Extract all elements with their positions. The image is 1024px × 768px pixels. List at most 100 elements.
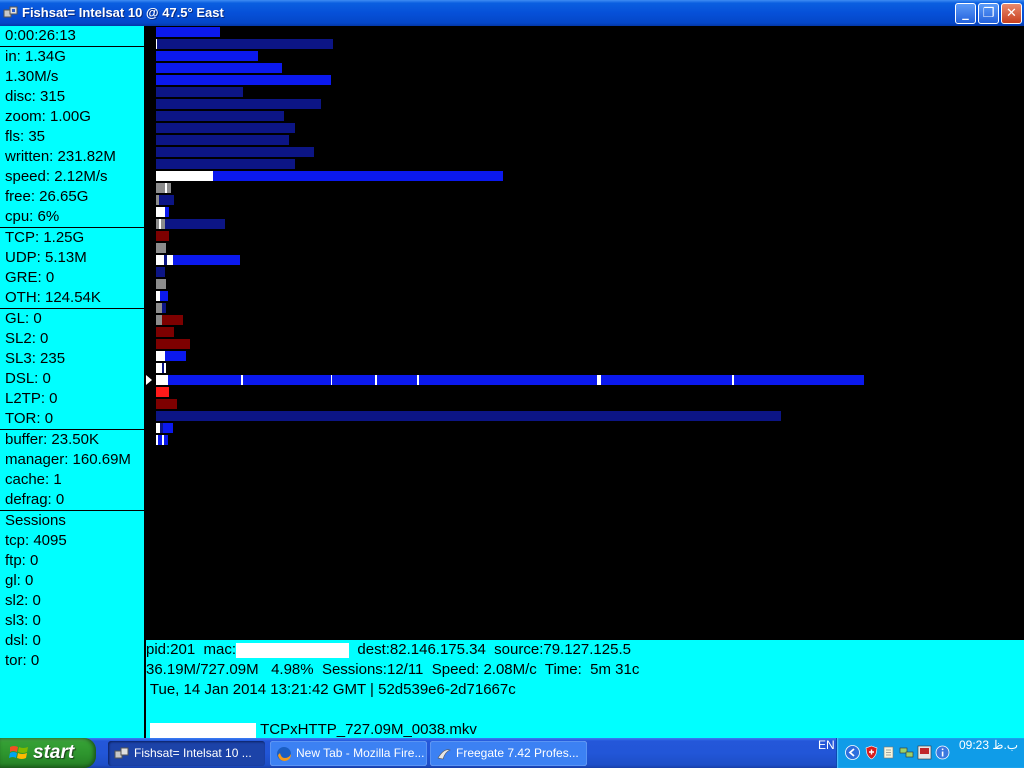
stream-bar-segment[interactable]	[156, 111, 284, 121]
info-line-4: TCPxHTTP_727.09M_0038.mkv	[146, 720, 477, 740]
stat-oth: OTH: 124.54K	[5, 289, 101, 306]
stream-bar-segment[interactable]	[156, 63, 282, 73]
info-line-1: pid:201 mac: dest:82.146.175.34 source:7…	[146, 640, 631, 660]
stream-bar-segment[interactable]	[156, 327, 174, 337]
stat-tcp: TCP: 1.25G	[5, 229, 85, 246]
stat-fls: fls: 35	[5, 128, 46, 145]
stream-bar-segment[interactable]	[164, 363, 166, 373]
stream-bar-segment[interactable]	[163, 423, 173, 433]
stream-bar-segment[interactable]	[160, 291, 168, 301]
windows-logo-icon	[9, 746, 28, 759]
stream-bar-segment[interactable]	[156, 99, 321, 109]
stream-bar-segment[interactable]	[213, 171, 503, 181]
stream-bar-segment[interactable]	[156, 399, 177, 409]
stream-bar-segment[interactable]	[165, 351, 186, 361]
maximize-button[interactable]: ❐	[978, 3, 999, 24]
stats-time-group: 0:00:26:13	[0, 26, 144, 47]
stream-bar-segment[interactable]	[332, 375, 375, 385]
stream-bar-segment[interactable]	[167, 183, 171, 193]
session-gl: gl: 0	[5, 572, 34, 589]
stream-bar-segment[interactable]	[156, 75, 331, 85]
info-line-3: Tue, 14 Jan 2014 13:21:42 GMT | 52d539e6…	[146, 681, 516, 698]
clock[interactable]: 09:23 ب.ظ	[959, 738, 1018, 768]
stat-tor: TOR: 0	[5, 410, 54, 427]
stat-l2tp: L2TP: 0	[5, 390, 58, 407]
stream-bar-segment[interactable]	[168, 375, 241, 385]
stat-disc: disc: 315	[5, 88, 66, 105]
stream-bar-segment[interactable]	[165, 207, 169, 217]
task-label: Freegate 7.42 Profes...	[456, 746, 579, 760]
start-button[interactable]: start	[0, 738, 96, 768]
stat-buffer: buffer: 23.50K	[5, 431, 99, 448]
minimize-button[interactable]: _	[955, 3, 976, 24]
stream-bar-segment[interactable]	[156, 231, 169, 241]
stream-bar-segment[interactable]	[165, 219, 225, 229]
window-title: Fishsat= Intelsat 10 @ 47.5° East	[22, 5, 224, 20]
stream-bar-segment[interactable]	[156, 183, 165, 193]
stream-chart[interactable]	[146, 26, 1024, 639]
info-dest-source: dest:82.146.175.34 source:79.127.125.5	[349, 641, 631, 658]
session-info-panel: pid:201 mac: dest:82.146.175.34 source:7…	[146, 639, 1024, 739]
stream-bar-segment[interactable]	[156, 87, 243, 97]
sessions-heading: Sessions	[5, 512, 66, 529]
stream-bar-segment[interactable]	[156, 387, 169, 397]
stat-manager: manager: 160.69M	[5, 451, 131, 468]
task-label: Fishsat= Intelsat 10 ...	[134, 746, 252, 760]
stream-bar-segment[interactable]	[156, 351, 165, 361]
task-firefox[interactable]: New Tab - Mozilla Fire...	[270, 741, 427, 766]
stream-bar-segment[interactable]	[156, 171, 213, 181]
stat-dsl: DSL: 0	[5, 370, 51, 387]
title-bar[interactable]: Fishsat= Intelsat 10 @ 47.5° East _ ❐ ✕	[0, 0, 1024, 26]
stream-bar-segment[interactable]	[156, 51, 258, 61]
network-icon[interactable]	[899, 745, 914, 760]
stream-bar-segment[interactable]	[156, 27, 220, 37]
freegate-icon	[437, 749, 451, 760]
security-shield-icon[interactable]	[864, 745, 879, 760]
stream-bar-segment[interactable]	[156, 135, 289, 145]
stream-bar-segment[interactable]	[156, 411, 781, 421]
stream-bar-segment[interactable]	[162, 315, 183, 325]
stream-bar-segment[interactable]	[156, 243, 166, 253]
close-button[interactable]: ✕	[1001, 3, 1022, 24]
taskbar: start Fishsat= Intelsat 10 ... New Tab -…	[0, 738, 1024, 768]
stream-bar-segment[interactable]	[243, 375, 331, 385]
info-pid-mac-label: pid:201 mac:	[146, 641, 237, 658]
stat-rate: 1.30M/s	[5, 68, 59, 85]
info-icon[interactable]	[935, 745, 950, 760]
stats-traffic-group: in: 1.34G 1.30M/s disc: 315 zoom: 1.00G …	[0, 47, 144, 228]
stat-cpu: cpu: 6%	[5, 208, 60, 225]
stats-sessions-group: Sessions tcp: 4095 ftp: 0 gl: 0 sl2: 0 s…	[0, 511, 144, 671]
start-label: start	[33, 742, 75, 763]
stream-bar-segment[interactable]	[157, 39, 333, 49]
stat-sl3: SL3: 235	[5, 350, 66, 367]
stream-bar-segment[interactable]	[419, 375, 597, 385]
monitor-app-icon[interactable]	[917, 745, 932, 760]
stream-bar-segment[interactable]	[156, 207, 165, 217]
stream-bar-segment[interactable]	[156, 279, 166, 289]
app-icon	[114, 747, 129, 759]
stream-bar-segment[interactable]	[156, 255, 164, 265]
stream-bar-segment[interactable]	[156, 375, 168, 385]
stream-bar-segment[interactable]	[377, 375, 417, 385]
document-icon[interactable]	[881, 745, 896, 760]
stream-bar-segment[interactable]	[162, 303, 166, 313]
stat-zoom: zoom: 1.00G	[5, 108, 91, 125]
stream-bar-segment[interactable]	[734, 375, 864, 385]
info-filename: TCPxHTTP_727.09M_0038.mkv	[256, 721, 477, 738]
stream-bar-segment[interactable]	[173, 255, 240, 265]
stream-bar-segment[interactable]	[159, 195, 174, 205]
stream-bar-segment[interactable]	[601, 375, 732, 385]
stats-encaps-group: GL: 0 SL2: 0 SL3: 235 DSL: 0 L2TP: 0 TOR…	[0, 309, 144, 430]
stream-bar-segment[interactable]	[156, 147, 314, 157]
task-freegate[interactable]: Freegate 7.42 Profes...	[430, 741, 587, 766]
stream-bar-segment[interactable]	[156, 267, 165, 277]
stat-sl2: SL2: 0	[5, 330, 49, 347]
stream-bar-segment[interactable]	[156, 159, 295, 169]
stream-bar-segment[interactable]	[156, 339, 190, 349]
show-hidden-icons-icon[interactable]	[845, 745, 860, 760]
stream-bar-segment[interactable]	[164, 435, 168, 445]
stats-panel: 0:00:26:13 in: 1.34G 1.30M/s disc: 315 z…	[0, 26, 145, 738]
task-fishsat[interactable]: Fishsat= Intelsat 10 ...	[108, 741, 265, 766]
stream-bar-segment[interactable]	[156, 123, 295, 133]
language-indicator[interactable]: EN	[818, 738, 835, 768]
